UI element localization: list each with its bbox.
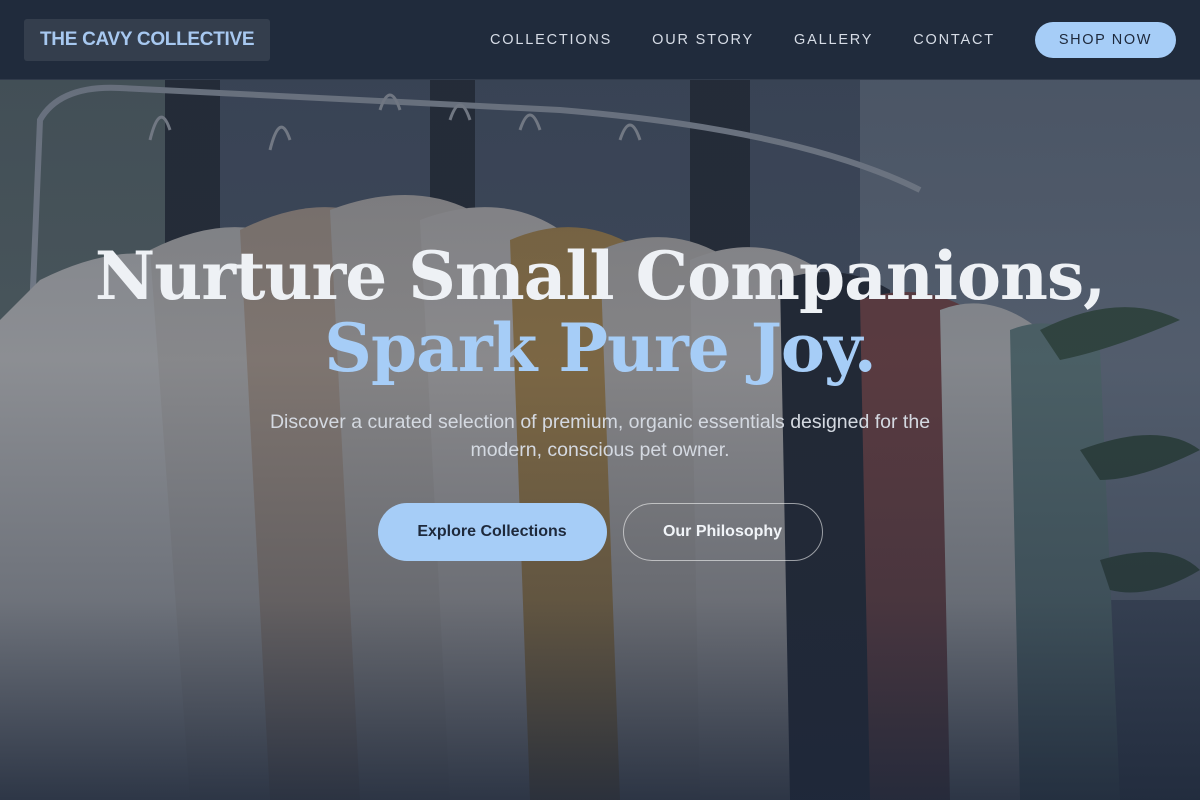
- hero-headline: Nurture Small Companions, Spark Pure Joy…: [0, 240, 1200, 384]
- explore-collections-button[interactable]: Explore Collections: [377, 503, 607, 561]
- hero-cta-row: Explore Collections Our Philosophy: [0, 503, 1200, 561]
- nav-link-collections[interactable]: COLLECTIONS: [490, 32, 612, 48]
- hero-subtitle: Discover a curated selection of premium,…: [269, 411, 931, 461]
- nav-link-our-story[interactable]: OUR STORY: [652, 32, 754, 48]
- brand-logo[interactable]: THE CAVY COLLECTIVE: [24, 18, 271, 61]
- nav-link-gallery[interactable]: GALLERY: [794, 32, 873, 48]
- top-navbar: THE CAVY COLLECTIVE COLLECTIONS OUR STOR…: [0, 0, 1200, 80]
- headline-line-2: Spark Pure Joy.: [324, 309, 876, 387]
- our-philosophy-button[interactable]: Our Philosophy: [622, 503, 823, 561]
- nav-link-contact[interactable]: CONTACT: [913, 32, 995, 48]
- hero-section: Nurture Small Companions, Spark Pure Joy…: [0, 0, 1200, 800]
- nav-menu: COLLECTIONS OUR STORY GALLERY CONTACT SH…: [490, 21, 1176, 58]
- shop-now-button[interactable]: SHOP NOW: [1034, 21, 1176, 58]
- headline-line-1: Nurture Small Companions,: [94, 237, 1106, 315]
